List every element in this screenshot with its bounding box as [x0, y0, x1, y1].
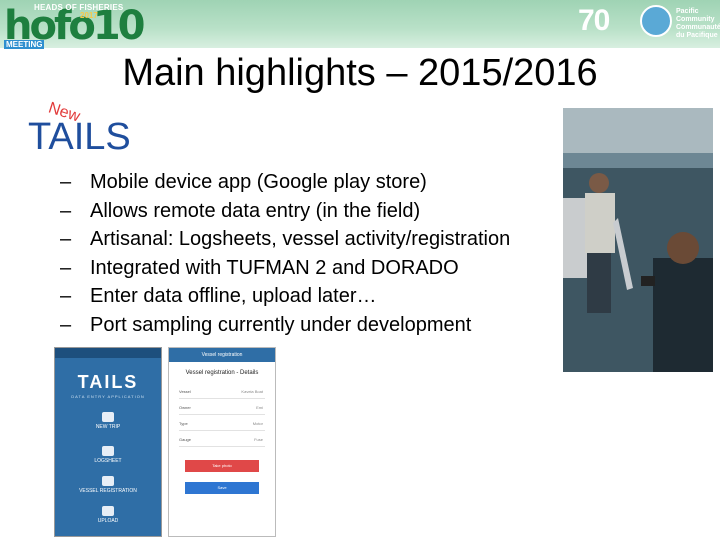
bullet-text: Artisanal: Logsheets, vessel activity/re… [90, 228, 511, 250]
menu-item-vessel-registration: VESSEL REGISTRATION [79, 488, 137, 494]
save-button: Save [185, 482, 259, 494]
bullet-text: Mobile device app (Google play store) [90, 171, 427, 193]
form-row: Gauge Fuse [179, 434, 265, 447]
menu-item-upload: UPLOAD [97, 518, 119, 524]
app-logo: TAILS [77, 372, 139, 392]
pc-line: Pacific [676, 8, 699, 15]
fisherman-photo [563, 108, 713, 372]
form-value: Fuse [254, 437, 263, 442]
app-subtitle: DATA ENTRY APPLICATION [71, 394, 145, 399]
bullet-dash: – [60, 285, 72, 307]
app-screenshot-vessel-registration: Vessel registration Vessel registration … [168, 347, 276, 537]
form-row: Owner Emi [179, 402, 265, 415]
slide-heading: TAILS [28, 116, 131, 158]
form-row: Type Motor [179, 418, 265, 431]
app-bar: Vessel registration [169, 348, 275, 362]
form-value: Kaveia Boat [241, 389, 263, 394]
slide-title: Main highlights – 2015/2016 [122, 52, 598, 94]
take-photo-button: Take photo [185, 460, 259, 472]
bullet-dash: – [60, 256, 72, 279]
menu-item-logsheet: LOGSHEET [94, 458, 122, 464]
bullet-dash: – [60, 313, 72, 336]
form-value: Motor [252, 421, 263, 426]
bullet-text: Enter data offline, upload later… [90, 285, 377, 307]
bullet-text: Port sampling currently under developmen… [90, 313, 472, 336]
form-label: Vessel [179, 389, 191, 394]
menu-item-new-trip: NEW TRIP [95, 424, 121, 430]
hofo-logo-meeting: MEETING [4, 40, 45, 49]
vessel-icon [102, 476, 114, 486]
bullet-text: Allows remote data entry (in the field) [90, 199, 421, 222]
anniversary-logo: 70 [578, 4, 610, 37]
form-value: Emi [256, 405, 263, 410]
pacific-community-logo-text: Pacific Community Communauté du Pacifiqu… [676, 8, 720, 40]
bullet-dash: – [60, 199, 72, 222]
pacific-community-icon [640, 5, 672, 37]
hofo-logo-heading: HEADS OF FISHERIES [34, 3, 124, 12]
form-title: Vessel registration - Details [185, 370, 259, 376]
form-row: Vessel Kaveia Boat [179, 386, 265, 399]
form-label: Type [179, 421, 188, 426]
logsheet-icon [102, 446, 114, 456]
upload-icon [102, 506, 114, 516]
bullet-dash: – [60, 228, 72, 250]
new-trip-icon [102, 412, 114, 422]
bullet-dash: – [60, 171, 72, 193]
photo-illustration [563, 108, 713, 372]
pc-line: du Pacifique [676, 32, 718, 39]
bullet-text: Integrated with TUFMAN 2 and DORADO [90, 256, 459, 279]
status-bar [55, 348, 161, 358]
form-label: Owner [179, 405, 191, 410]
hofo-logo-year: 2017 [80, 11, 98, 20]
pc-line: Communauté [676, 24, 720, 31]
app-screenshot-home: TAILS DATA ENTRY APPLICATION NEW TRIP LO… [54, 347, 162, 537]
form-label: Gauge [179, 437, 192, 442]
pc-line: Community [676, 16, 715, 23]
